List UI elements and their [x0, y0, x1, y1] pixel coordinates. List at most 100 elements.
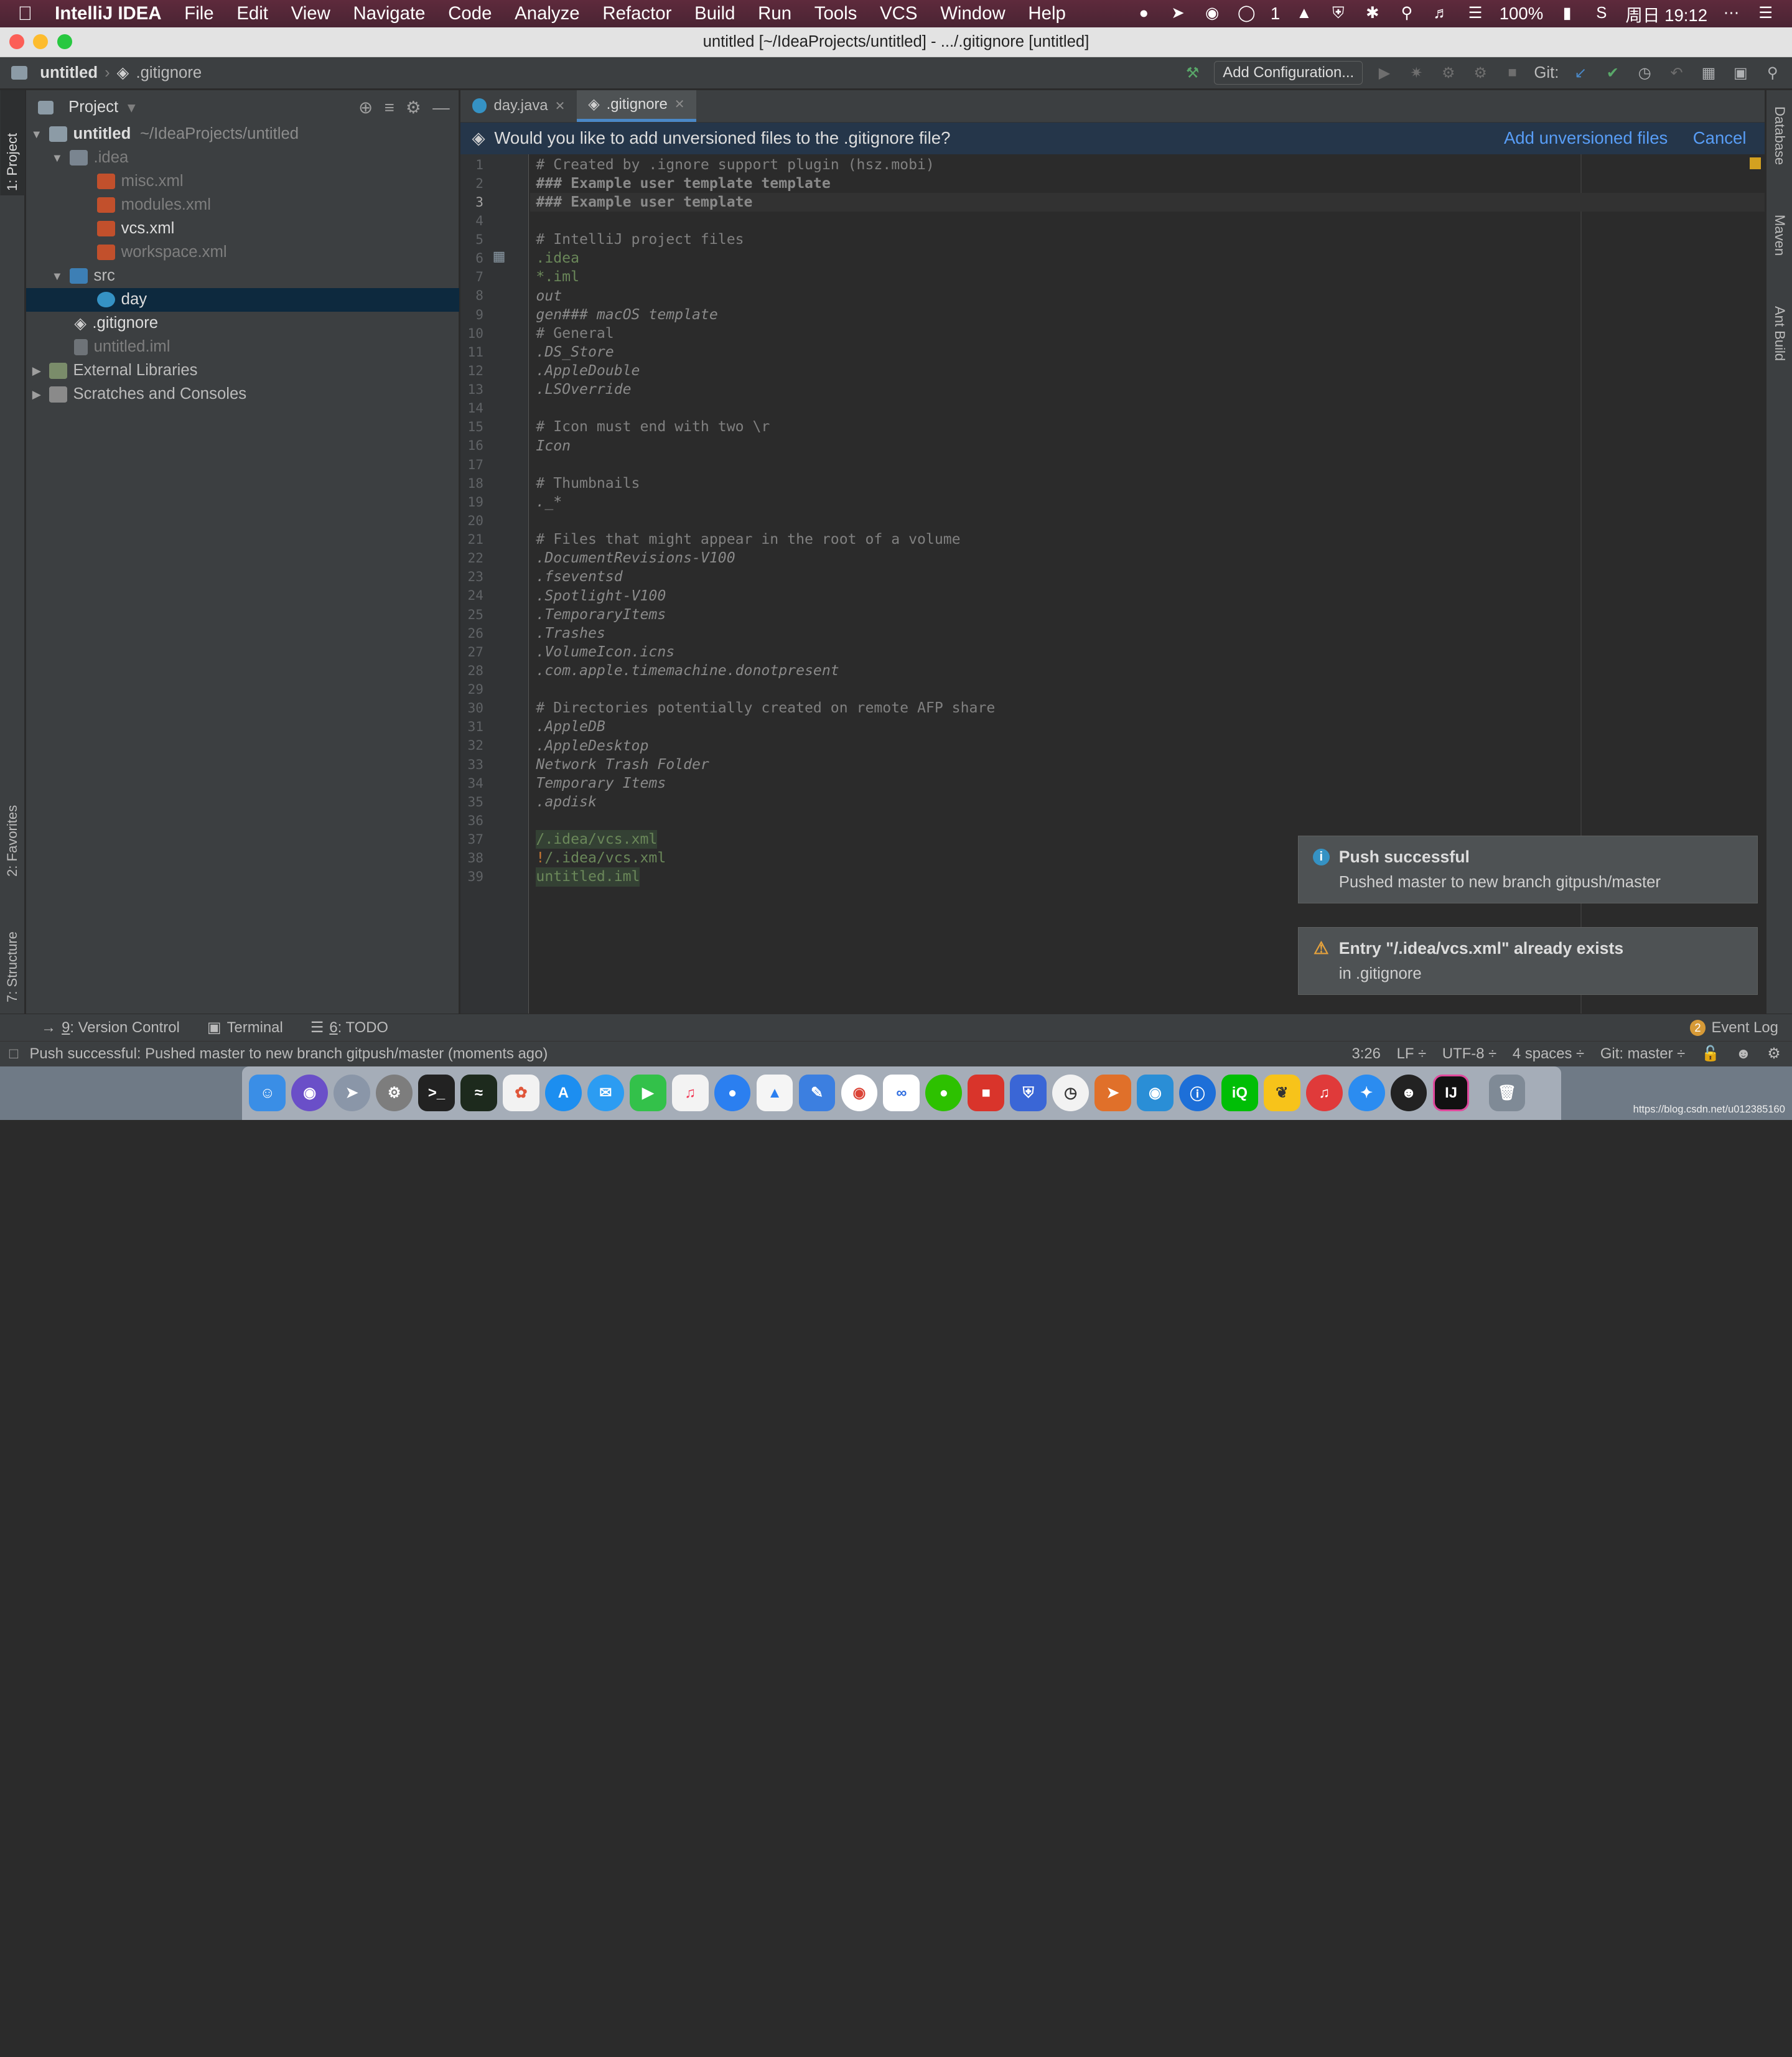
- photos-icon[interactable]: ✿: [503, 1075, 539, 1112]
- tree-node-vcs[interactable]: vcs.xml: [26, 217, 459, 241]
- collapse-all-icon[interactable]: ≡: [385, 98, 394, 118]
- tab-day-java[interactable]: day.java ✕: [460, 90, 577, 121]
- menu-help[interactable]: Help: [1017, 3, 1077, 24]
- tree-node-iml[interactable]: untitled.iml: [26, 335, 459, 359]
- expand-arrow-icon[interactable]: ▼: [49, 151, 65, 165]
- trash-icon[interactable]: 🗑: [1488, 1075, 1526, 1112]
- paper-plane-icon[interactable]: ➤: [1168, 4, 1188, 22]
- system-preferences-icon[interactable]: ⚙: [376, 1075, 413, 1112]
- safari-icon[interactable]: ✦: [1348, 1075, 1385, 1112]
- hide-panel-icon[interactable]: —: [432, 98, 450, 118]
- menu-file[interactable]: File: [173, 3, 225, 24]
- wechat-app-icon[interactable]: ●: [925, 1075, 963, 1112]
- tool-tab-ant-build[interactable]: Ant Build: [1766, 302, 1792, 393]
- code-line[interactable]: out: [536, 287, 562, 306]
- menu-app-name[interactable]: IntelliJ IDEA: [50, 3, 173, 24]
- menu-navigate[interactable]: Navigate: [342, 3, 437, 24]
- code-line[interactable]: /.idea/vcs.xml: [536, 830, 658, 849]
- vpn-shield-icon[interactable]: ⛨: [1010, 1075, 1047, 1112]
- code-line[interactable]: # Icon must end with two \r: [536, 417, 770, 436]
- search-icon[interactable]: ⚲: [1397, 4, 1417, 22]
- facetime-icon[interactable]: ▶: [629, 1075, 666, 1112]
- menu-tools[interactable]: Tools: [803, 3, 868, 24]
- debug-icon[interactable]: ✷: [1406, 63, 1427, 83]
- one-password-app-icon[interactable]: ⓘ: [1179, 1075, 1216, 1112]
- menu-build[interactable]: Build: [683, 3, 747, 24]
- code-line[interactable]: .AppleDesktop: [536, 737, 648, 755]
- terminal-app-icon[interactable]: >_: [418, 1075, 455, 1112]
- baidu-netdisk-icon[interactable]: ∞: [883, 1075, 920, 1112]
- notes-pen-icon[interactable]: ✎: [798, 1075, 836, 1112]
- code-line[interactable]: .AppleDB: [536, 717, 605, 736]
- git-commit-icon[interactable]: ✔: [1602, 63, 1623, 83]
- apple-icon[interactable]: : [0, 2, 50, 25]
- indent-widget[interactable]: 4 spaces ÷: [1513, 1045, 1584, 1063]
- expand-arrow-icon[interactable]: ▶: [29, 388, 45, 401]
- speedometer-icon[interactable]: ◷: [1052, 1075, 1089, 1112]
- chevron-down-icon[interactable]: ▾: [128, 98, 136, 117]
- tool-tab-favorites[interactable]: 2: Favorites: [0, 776, 25, 881]
- gear-icon[interactable]: ⚙: [406, 98, 421, 118]
- launchpad-icon[interactable]: ➤: [334, 1075, 371, 1112]
- notification-center-icon[interactable]: ☰: [1755, 4, 1776, 22]
- instruments-icon[interactable]: ▲: [756, 1075, 793, 1112]
- expand-arrow-icon[interactable]: ▼: [29, 128, 45, 141]
- clock[interactable]: 周日 19:12: [1625, 1, 1707, 26]
- notification-push-successful[interactable]: i Push successful Pushed master to new b…: [1298, 835, 1758, 904]
- terminal-window-icon[interactable]: ▣: [1730, 63, 1751, 83]
- rocket-icon[interactable]: ➤: [1094, 1075, 1131, 1112]
- notification-entry-exists[interactable]: ⚠ Entry "/.idea/vcs.xml" already exists …: [1298, 926, 1758, 996]
- tool-tab-maven[interactable]: Maven: [1766, 210, 1792, 291]
- minimize-window-button[interactable]: [33, 34, 49, 49]
- tool-tab-structure[interactable]: 7: Structure: [0, 902, 25, 1007]
- more-dots-icon[interactable]: ⋯: [1721, 4, 1742, 22]
- tree-node-workspace[interactable]: workspace.xml: [26, 241, 459, 264]
- code-line[interactable]: .com.apple.timemachine.donotpresent: [536, 661, 839, 680]
- wechat-icon[interactable]: ●: [1134, 4, 1154, 22]
- tree-node-scratches[interactable]: ▶ Scratches and Consoles: [26, 383, 459, 406]
- add-unversioned-files-link[interactable]: Add unversioned files: [1504, 128, 1668, 148]
- battery-icon[interactable]: ▮: [1557, 4, 1577, 22]
- intellij-icon[interactable]: IJ: [1432, 1075, 1470, 1112]
- code-line[interactable]: !/.idea/vcs.xml: [536, 849, 666, 867]
- code-line[interactable]: # Files that might appear in the root of…: [536, 530, 960, 549]
- network-icon[interactable]: ◉: [1137, 1075, 1174, 1112]
- close-tab-icon[interactable]: ✕: [674, 96, 685, 112]
- menu-run[interactable]: Run: [747, 3, 803, 24]
- notification-badge-icon[interactable]: ◯: [1236, 4, 1257, 22]
- tree-node-src[interactable]: ▼ src: [26, 264, 459, 288]
- menu-refactor[interactable]: Refactor: [591, 3, 683, 24]
- locate-file-icon[interactable]: ⊕: [358, 98, 373, 118]
- netease-news-icon[interactable]: ■: [968, 1075, 1005, 1112]
- close-window-button[interactable]: [9, 34, 24, 49]
- volume-icon[interactable]: ♬: [1431, 4, 1452, 22]
- wifi-icon[interactable]: ☰: [1465, 4, 1486, 22]
- code-line[interactable]: .Trashes: [536, 624, 605, 643]
- netease-music-icon[interactable]: ♫: [1305, 1075, 1343, 1112]
- lock-icon[interactable]: 🔓: [1701, 1045, 1720, 1063]
- warning-marker-icon[interactable]: [1750, 157, 1762, 169]
- build-hammer-icon[interactable]: ⚒: [1182, 63, 1203, 83]
- qq-icon[interactable]: ☻: [1390, 1075, 1427, 1112]
- menu-analyze[interactable]: Analyze: [503, 3, 591, 24]
- toggle-tool-windows-icon[interactable]: □: [0, 1045, 29, 1063]
- tool-tab-terminal[interactable]: ▣ Terminal: [194, 1019, 297, 1037]
- code-line[interactable]: ### Example user template: [536, 193, 752, 212]
- project-view-dropdown[interactable]: Project: [68, 98, 118, 116]
- expand-arrow-icon[interactable]: ▼: [49, 269, 65, 283]
- code-line[interactable]: gen### macOS template: [536, 306, 717, 324]
- wechat-work-icon[interactable]: ●: [714, 1075, 751, 1112]
- git-revert-icon[interactable]: ↶: [1666, 63, 1687, 83]
- tool-tab-project[interactable]: 1: Project: [0, 90, 26, 196]
- tool-tab-version-control[interactable]: → 9: Version Control: [0, 1019, 194, 1037]
- menu-vcs[interactable]: VCS: [869, 3, 929, 24]
- inspector-icon[interactable]: ☻: [1735, 1045, 1751, 1063]
- add-configuration-button[interactable]: Add Configuration...: [1214, 61, 1363, 85]
- coverage-icon[interactable]: ⚙: [1438, 63, 1458, 83]
- code-line[interactable]: .DocumentRevisions-V100: [536, 549, 735, 567]
- cancel-link[interactable]: Cancel: [1693, 128, 1747, 148]
- code-line[interactable]: untitled.iml: [536, 867, 640, 887]
- close-tab-icon[interactable]: ✕: [555, 98, 566, 114]
- git-history-icon[interactable]: ◷: [1635, 63, 1655, 83]
- code-line[interactable]: .LSOverride: [536, 380, 631, 399]
